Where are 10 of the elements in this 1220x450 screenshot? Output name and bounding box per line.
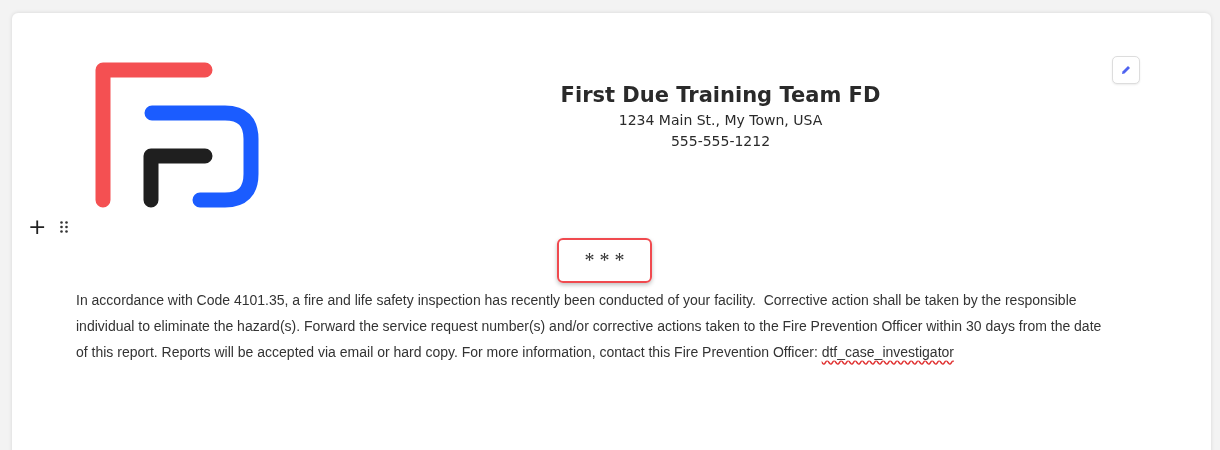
drag-handle-icon[interactable]: [60, 221, 69, 233]
address-text: 1234 Main St., My Town, USA: [617, 111, 824, 130]
phone-text: 555-555-1212: [669, 132, 772, 151]
pencil-icon: [1120, 64, 1132, 76]
logo-icon: [95, 62, 259, 208]
organization-title: First Due Training Team FD: [559, 82, 882, 109]
separator-block[interactable]: * * *: [557, 238, 652, 283]
add-block-button[interactable]: +: [28, 217, 47, 237]
edit-button[interactable]: [1112, 56, 1140, 84]
body-paragraph: In accordance with Code 4101.35, a fire and life safety inspection has recently been conducted of your facility. Corrective action shall be taken by the responsible individual to eliminate the hazard(s). Forward the service request number(s) and/or corrective actions taken to the Fire Prevention Officer within 30 days from the date of this report. Reports will be accepted via email or hard copy. For more information, contact this Fire Prevention Officer: dtf_case_investigator: [76, 291, 1103, 362]
